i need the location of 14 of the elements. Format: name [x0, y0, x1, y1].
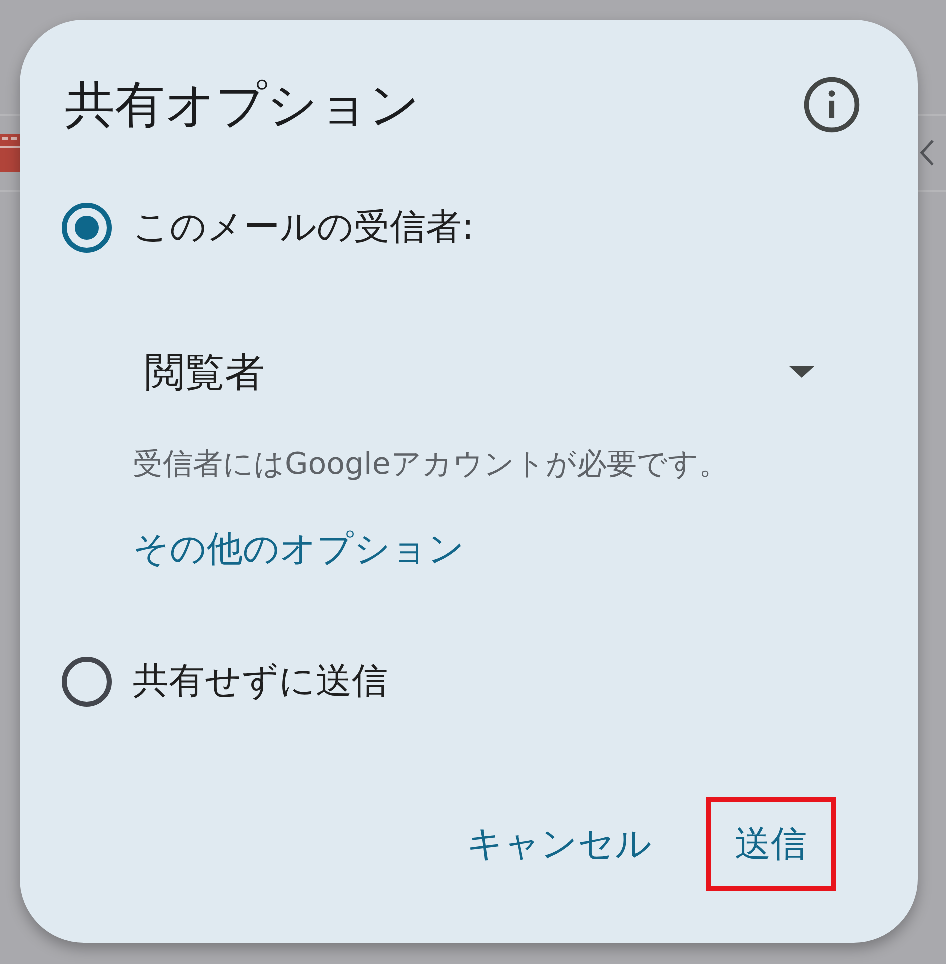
helper-text: 受信者にはGoogleアカウントが必要です。: [133, 446, 729, 484]
dropdown-field[interactable]: 閲覧者: [133, 342, 830, 402]
partial-icon: [0, 134, 22, 172]
dialog-title: 共有オプション: [65, 75, 420, 135]
info-icon[interactable]: [804, 77, 860, 133]
caret-icon: [789, 366, 815, 378]
option-label: このメールの受信者:: [133, 206, 474, 250]
radio-button[interactable]: [62, 657, 112, 707]
dialog-button[interactable]: キャンセル: [443, 802, 676, 886]
chevron-left-icon[interactable]: [919, 139, 935, 167]
dialog-button[interactable]: 送信: [711, 802, 831, 886]
options-link[interactable]: その他のオプション: [133, 528, 465, 572]
option-label: 共有せずに送信: [133, 660, 388, 704]
radio-button[interactable]: [62, 203, 112, 253]
